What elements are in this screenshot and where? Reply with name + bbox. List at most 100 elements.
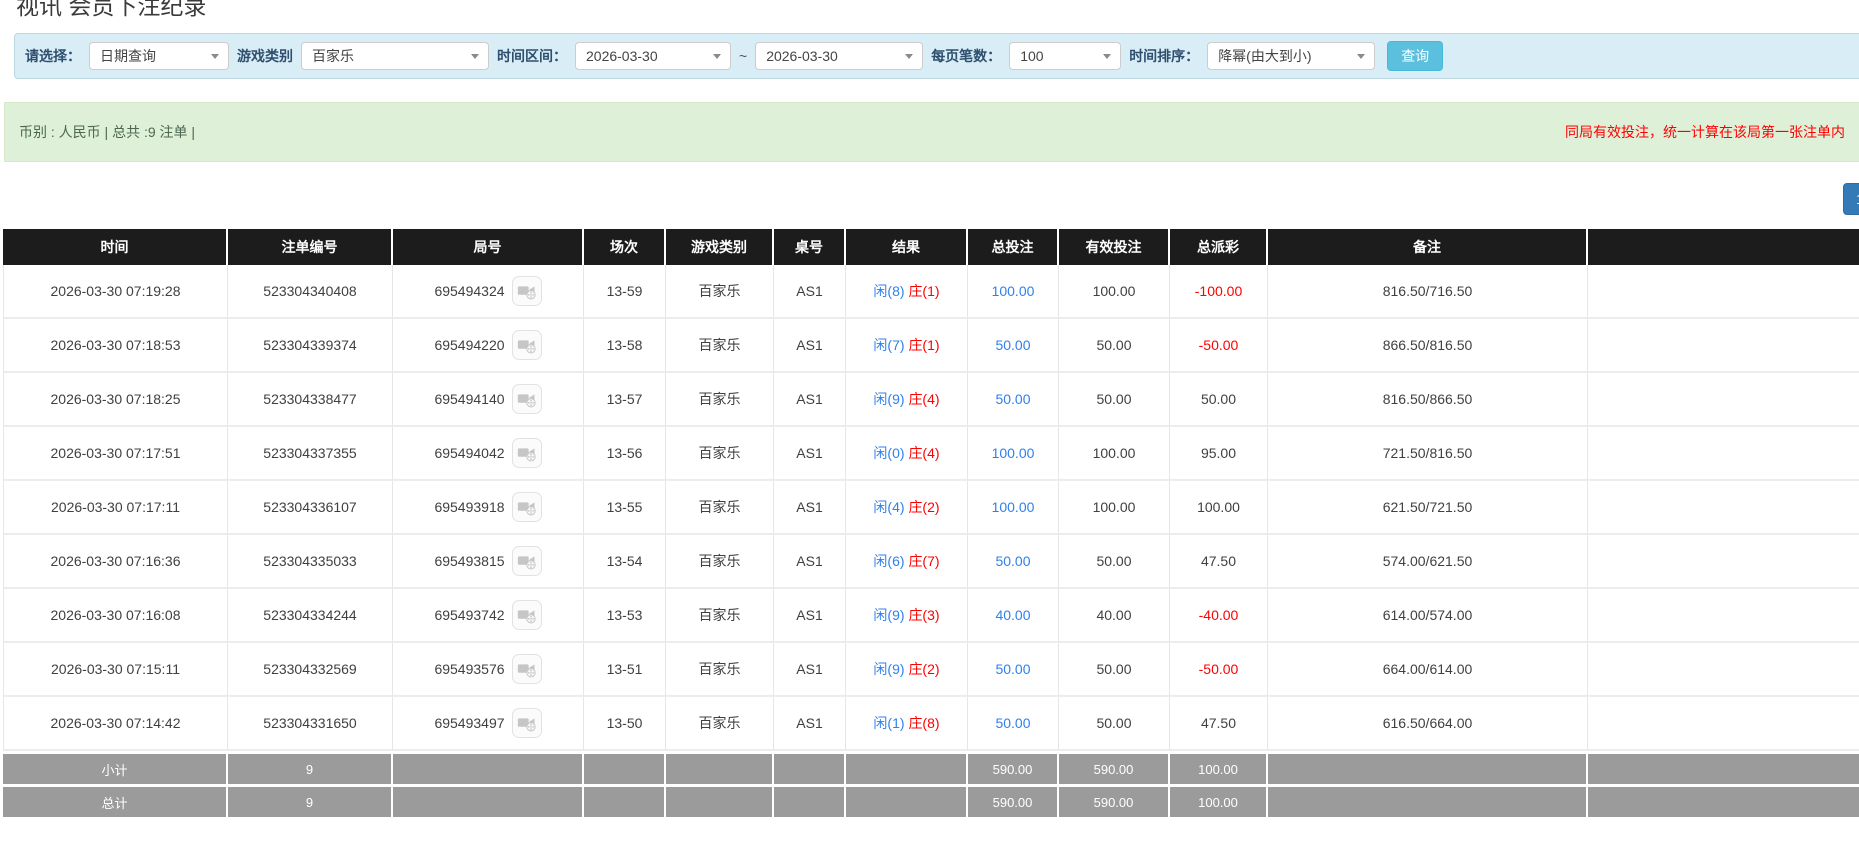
date-from-select[interactable]: 2026-03-30 xyxy=(575,42,731,70)
video-replay-button[interactable] xyxy=(511,654,542,684)
cell-extra xyxy=(1588,481,1859,535)
cell-table-no: AS1 xyxy=(774,481,846,535)
total-bet-link[interactable]: 100.00 xyxy=(992,283,1035,299)
video-replay-button[interactable] xyxy=(511,546,542,576)
table-body: 2026-03-30 07:19:28 523304340408 6954943… xyxy=(3,265,1859,751)
result-player: 闲(4) xyxy=(873,499,905,515)
video-replay-button[interactable] xyxy=(511,600,542,630)
cell-time: 2026-03-30 07:14:42 xyxy=(3,697,228,751)
cell-remark: 866.50/816.50 xyxy=(1268,319,1588,373)
table-row: 2026-03-30 07:18:25 523304338477 6954941… xyxy=(3,373,1859,427)
date-from-value: 2026-03-30 xyxy=(586,48,658,64)
total-bet-link[interactable]: 50.00 xyxy=(995,715,1030,731)
cell-round-id: 695494220 xyxy=(393,319,584,373)
cell-result: 闲(9) 庄(3) xyxy=(846,589,968,643)
header-round-id: 局号 xyxy=(393,229,584,265)
table-row: 2026-03-30 07:17:11 523304336107 6954939… xyxy=(3,481,1859,535)
sort-order-label: 时间排序： xyxy=(1129,48,1200,64)
cell-bet-id: 523304331650 xyxy=(228,697,393,751)
chevron-down-icon xyxy=(211,53,219,59)
page-title: 视讯 会员下注纪录 xyxy=(16,0,207,19)
game-type-value: 百家乐 xyxy=(312,48,354,64)
search-button[interactable]: 查询 xyxy=(1387,41,1444,71)
betting-records-page: 视讯 会员下注纪录 请选择： 日期查询 游戏类别 百家乐 时间区间： 2026-… xyxy=(0,0,1859,841)
round-id-text: 695494324 xyxy=(434,283,505,299)
cell-bet-id: 523304340408 xyxy=(228,265,393,319)
cell-total-bet: 100.00 xyxy=(968,427,1059,481)
game-type-select[interactable]: 百家乐 xyxy=(301,42,489,70)
round-id-text: 695493576 xyxy=(434,661,505,677)
video-replay-button[interactable] xyxy=(511,276,542,306)
total-bet-link[interactable]: 50.00 xyxy=(995,661,1030,677)
cell-time: 2026-03-30 07:16:36 xyxy=(3,535,228,589)
video-replay-button[interactable] xyxy=(511,384,542,414)
chevron-down-icon xyxy=(905,53,914,59)
cell-round-id: 695493815 xyxy=(393,535,584,589)
video-replay-button[interactable] xyxy=(511,492,542,522)
total-valid-bet: 590.00 xyxy=(1059,784,1170,817)
cell-round-id: 695494042 xyxy=(393,427,584,481)
header-session: 场次 xyxy=(584,229,666,265)
result-banker: 庄(2) xyxy=(908,499,940,515)
total-bet-link[interactable]: 40.00 xyxy=(995,607,1030,623)
cell-time: 2026-03-30 07:18:25 xyxy=(3,373,228,427)
page-size-label: 每页笔数： xyxy=(931,48,1002,64)
cell-remark: 816.50/716.50 xyxy=(1268,265,1588,319)
result-player: 闲(9) xyxy=(873,661,905,677)
cell-table-no: AS1 xyxy=(774,427,846,481)
sort-order-select[interactable]: 降幂(由大到小) xyxy=(1207,42,1376,70)
cell-round-id: 695493576 xyxy=(393,643,584,697)
total-bet-link[interactable]: 50.00 xyxy=(995,337,1030,353)
page-size-select[interactable]: 100 xyxy=(1009,42,1122,70)
cell-valid-bet: 50.00 xyxy=(1059,535,1170,589)
total-bet-link[interactable]: 50.00 xyxy=(995,391,1030,407)
header-remark: 备注 xyxy=(1268,229,1588,265)
cell-extra xyxy=(1588,589,1859,643)
cell-session: 13-58 xyxy=(584,319,666,373)
header-result: 结果 xyxy=(846,229,968,265)
date-to-select[interactable]: 2026-03-30 xyxy=(755,42,924,70)
total-bet-link[interactable]: 50.00 xyxy=(995,553,1030,569)
cell-payout: 95.00 xyxy=(1170,427,1268,481)
subtotal-count: 9 xyxy=(228,751,393,784)
header-game-type: 游戏类别 xyxy=(666,229,774,265)
cell-total-bet: 50.00 xyxy=(968,643,1059,697)
cell-round-id: 695493742 xyxy=(393,589,584,643)
result-player: 闲(1) xyxy=(873,715,905,731)
query-type-select[interactable]: 日期查询 xyxy=(89,42,229,70)
cell-payout: -50.00 xyxy=(1170,643,1268,697)
date-to-value: 2026-03-30 xyxy=(766,48,838,64)
cell-extra xyxy=(1588,265,1859,319)
cell-remark: 664.00/614.00 xyxy=(1268,643,1588,697)
video-replay-button[interactable] xyxy=(511,330,542,360)
cell-extra xyxy=(1588,373,1859,427)
cell-time: 2026-03-30 07:18:53 xyxy=(3,319,228,373)
cell-extra xyxy=(1588,535,1859,589)
round-id-text: 695493742 xyxy=(434,607,505,623)
cell-session: 13-55 xyxy=(584,481,666,535)
cell-round-id: 695493497 xyxy=(393,697,584,751)
pagination-page-1-button[interactable]: 1 xyxy=(1843,183,1859,215)
cell-session: 13-54 xyxy=(584,535,666,589)
cell-bet-id: 523304336107 xyxy=(228,481,393,535)
query-type-label: 请选择： xyxy=(25,48,81,64)
video-camera-icon xyxy=(517,340,536,354)
result-banker: 庄(3) xyxy=(908,607,940,623)
video-replay-button[interactable] xyxy=(511,438,542,468)
total-bet-link[interactable]: 100.00 xyxy=(992,445,1035,461)
video-camera-icon xyxy=(517,610,536,624)
cell-payout: 47.50 xyxy=(1170,535,1268,589)
cell-session: 13-51 xyxy=(584,643,666,697)
header-time: 时间 xyxy=(3,229,228,265)
subtotal-valid-bet: 590.00 xyxy=(1059,751,1170,784)
cell-extra xyxy=(1588,319,1859,373)
cell-remark: 816.50/866.50 xyxy=(1268,373,1588,427)
cell-bet-id: 523304334244 xyxy=(228,589,393,643)
cell-payout: -40.00 xyxy=(1170,589,1268,643)
result-player: 闲(8) xyxy=(873,283,905,299)
video-replay-button[interactable] xyxy=(511,708,542,738)
result-player: 闲(0) xyxy=(873,445,905,461)
video-camera-icon xyxy=(517,502,536,516)
round-id-text: 695494140 xyxy=(434,391,505,407)
total-bet-link[interactable]: 100.00 xyxy=(992,499,1035,515)
